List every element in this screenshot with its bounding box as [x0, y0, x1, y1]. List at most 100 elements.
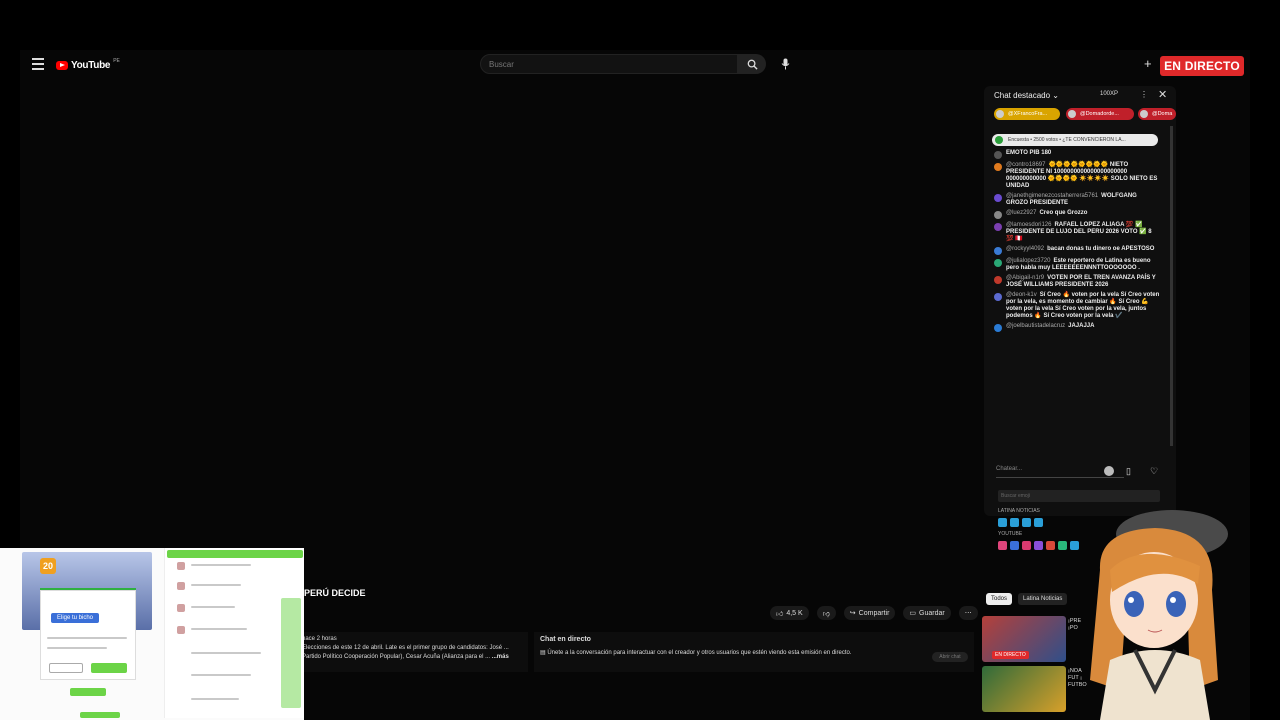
- more-options-icon[interactable]: ⋮: [1140, 90, 1148, 99]
- avatar: [994, 194, 1002, 202]
- tab-todos[interactable]: Todos: [986, 593, 1013, 605]
- message-author[interactable]: @contro18697: [1006, 162, 1045, 168]
- description-box[interactable]: hace 2 horas Elecciones de este 12 de ab…: [296, 632, 528, 672]
- chat-mode-dropdown[interactable]: Chat destacado ⌄: [994, 91, 1059, 100]
- text-line: [47, 637, 127, 639]
- emoji-item[interactable]: [1070, 541, 1079, 550]
- phone-sidebar: [164, 548, 304, 718]
- poll-banner[interactable]: Encuesta • 2500 votos • ¿TE CONVENCIERON…: [992, 134, 1158, 146]
- chat-message: @joelbautistadelacruz JAJAJJA: [994, 323, 1160, 332]
- avatar: [994, 324, 1002, 332]
- chat-message: @rockyyl4092 bacan donas tu dinero oe APE…: [994, 246, 1160, 255]
- recommended-video-thumbnail[interactable]: EN DIRECTO: [982, 616, 1066, 662]
- save-button[interactable]: ▭ Guardar: [903, 606, 951, 620]
- pinned-donation[interactable]: @Domadorde...: [1066, 108, 1134, 120]
- youtube-play-icon: [56, 60, 68, 70]
- avatar: [994, 223, 1002, 231]
- message-author[interactable]: @janethgimenezcostaherrera5761: [1006, 193, 1098, 199]
- list-item: [191, 628, 247, 630]
- green-tab[interactable]: [80, 712, 120, 718]
- chat-message: @Abigail-n1r9 VOTEN POR EL TREN AVANZA PA…: [994, 275, 1160, 289]
- thumbs-up-icon: 👍︎: [776, 610, 784, 618]
- message-author[interactable]: @julialopez3720: [1006, 258, 1050, 264]
- emoji-item[interactable]: [1010, 541, 1019, 550]
- search-button[interactable]: [738, 54, 766, 74]
- green-tab[interactable]: [70, 688, 106, 696]
- open-chat-button[interactable]: Abrir chat: [932, 652, 968, 662]
- superchat-icon[interactable]: ▯: [1126, 466, 1131, 477]
- share-label: Compartir: [858, 609, 890, 617]
- emoji-item[interactable]: [1022, 541, 1031, 550]
- close-icon[interactable]: ✕: [1158, 88, 1167, 101]
- more-actions-icon[interactable]: ⋯: [958, 606, 978, 620]
- video-actions: 👍︎ 4,5 K 👎︎ ↪ Compartir ▭ Guardar ⋯: [770, 606, 978, 620]
- thumbs-down-icon: 👎︎: [822, 610, 830, 618]
- description-text: Elecciones de este 12 de abril. Late es …: [302, 645, 509, 660]
- logo-text: YouTube: [71, 59, 111, 71]
- list-item: [191, 564, 251, 566]
- right-eye: [1166, 591, 1186, 617]
- search-icon: [747, 59, 758, 70]
- emoji-item[interactable]: [1034, 518, 1043, 527]
- share-button[interactable]: ↪ Compartir: [843, 606, 896, 620]
- message-author[interactable]: @lamoesdori126: [1006, 222, 1051, 228]
- youtube-logo[interactable]: YouTube PE: [56, 58, 120, 72]
- list-avatar: [177, 626, 185, 634]
- tab-latina-noticias[interactable]: Latina Noticias: [1018, 593, 1068, 605]
- chat-title: Chat destacado: [994, 91, 1051, 100]
- list-avatar: [177, 604, 185, 612]
- chat-message: @julialopez3720 Este reportero de Latina …: [994, 258, 1160, 272]
- vtuber-avatar: [1090, 510, 1228, 720]
- dislike-button[interactable]: 👎︎: [816, 606, 836, 620]
- list-item: [191, 584, 241, 586]
- list-item: [191, 606, 235, 608]
- emoji-icon[interactable]: [1104, 466, 1114, 476]
- avatar: [994, 151, 1002, 159]
- heart-icon[interactable]: ♡: [1150, 466, 1158, 477]
- create-icon[interactable]: +: [1144, 56, 1152, 71]
- chat-message: @lamoesdori126 RAFAEL LOPEZ ALIAGA 💯 ✅ PR…: [994, 222, 1160, 243]
- show-more-link[interactable]: ...más: [492, 654, 509, 660]
- emoji-item[interactable]: [1046, 541, 1055, 550]
- chevron-down-icon: ⌄: [1052, 91, 1059, 100]
- emoji-item[interactable]: [1010, 518, 1019, 527]
- left-eye: [1124, 591, 1144, 617]
- chat-message: @contro18697 🌞🌞🌞🌞🌞🌞🌞🌞 NIETO PRESIDENTE NI…: [994, 162, 1160, 190]
- search-input[interactable]: Buscar: [480, 54, 738, 74]
- recommended-video-thumbnail[interactable]: [982, 666, 1066, 712]
- pinned-donation[interactable]: @Doma: [1138, 108, 1176, 120]
- video-title: PERÚ DECIDE: [304, 588, 366, 598]
- menu-icon[interactable]: [32, 58, 44, 70]
- text-line: [47, 647, 107, 649]
- emoji-item[interactable]: [1034, 541, 1043, 550]
- message-text: JAJAJJA: [1068, 323, 1095, 329]
- avatar: [994, 211, 1002, 219]
- message-text: EMOTO PIB 180: [1006, 150, 1052, 156]
- sweater-shape: [1100, 650, 1210, 720]
- live-chat-prompt: Chat en directo ▤ Únete a la conversació…: [534, 632, 974, 672]
- voice-search-button[interactable]: [776, 55, 794, 73]
- message-text: bacan donas tu dinero oe APESTOSO: [1047, 246, 1155, 252]
- emoji-item[interactable]: [1022, 518, 1031, 527]
- live-chat-title: Chat en directo: [540, 636, 591, 643]
- game-dialog: Elige tu bicho: [40, 590, 136, 680]
- bookmark-icon: ▭: [909, 610, 917, 617]
- emoji-item[interactable]: [998, 541, 1007, 550]
- chat-scrollbar[interactable]: [1170, 126, 1173, 446]
- level-badge: 20: [40, 558, 56, 574]
- like-button[interactable]: 👍︎ 4,5 K: [770, 606, 809, 620]
- side-column: [281, 598, 301, 708]
- message-author[interactable]: @Abigail-n1r9: [1006, 275, 1044, 281]
- emoji-item[interactable]: [998, 518, 1007, 527]
- message-author[interactable]: @deon-k1v: [1006, 292, 1037, 298]
- sidebar-header: [167, 550, 303, 558]
- pinned-donation[interactable]: @XFrancoFra...: [994, 108, 1060, 120]
- live-badge: EN DIRECTO: [1160, 56, 1244, 76]
- confirm-button[interactable]: [91, 663, 127, 673]
- message-author[interactable]: @rockyyl4092: [1006, 246, 1044, 252]
- message-author[interactable]: @luez2927: [1006, 210, 1036, 216]
- emoji-item[interactable]: [1058, 541, 1067, 550]
- message-author[interactable]: @joelbautistadelacruz: [1006, 323, 1065, 329]
- cancel-button[interactable]: [49, 663, 83, 673]
- chat-messages: EMOTO PIB 180 @contro18697 🌞🌞🌞🌞🌞🌞🌞🌞 NIETO…: [994, 150, 1160, 335]
